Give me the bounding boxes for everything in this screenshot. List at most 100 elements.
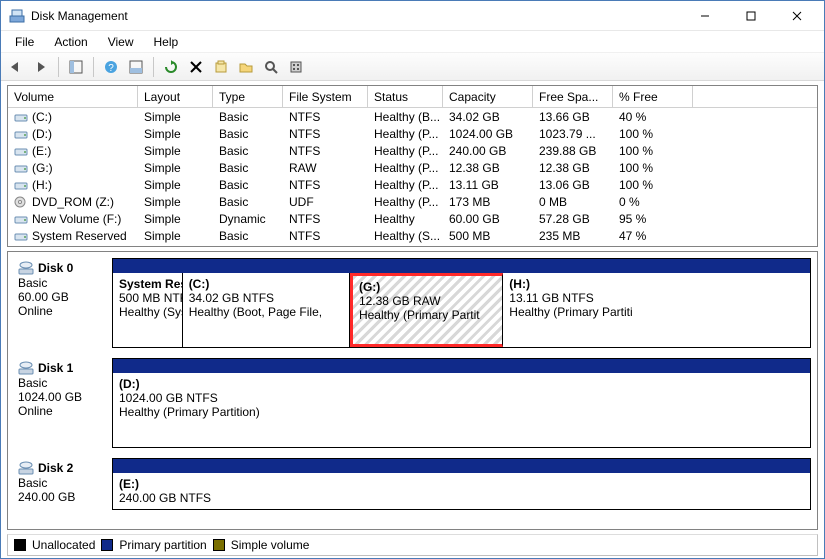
legend: Unallocated Primary partition Simple vol… <box>7 534 818 556</box>
volume-type: Basic <box>213 144 283 158</box>
maximize-button[interactable] <box>728 2 774 30</box>
help-button[interactable]: ? <box>100 56 122 78</box>
partition[interactable]: (G:)12.38 GB RAWHealthy (Primary Partit <box>353 276 502 344</box>
volume-status: Healthy (P... <box>368 178 443 192</box>
table-row[interactable]: (D:)SimpleBasicNTFSHealthy (P...1024.00 … <box>8 125 817 142</box>
col-capacity[interactable]: Capacity <box>443 86 533 107</box>
disk-info: Disk 0Basic60.00 GBOnline <box>14 258 112 348</box>
close-button[interactable] <box>774 2 820 30</box>
partition-status: Healthy (Primary Partiti <box>509 305 664 319</box>
partition-size: 1024.00 GB NTFS <box>119 391 804 405</box>
disk-strip: (E:)240.00 GB NTFS <box>112 458 811 510</box>
volume-layout: Simple <box>138 195 213 209</box>
partition-status: Healthy (Primary Partition) <box>119 405 804 419</box>
highlight-box: (G:)12.38 GB RAWHealthy (Primary Partit <box>350 273 503 347</box>
volume-capacity: 240.00 GB <box>443 144 533 158</box>
volume-capacity: 500 MB <box>443 229 533 243</box>
toolbar-separator <box>93 57 94 77</box>
partition-status: Healthy (Syste <box>119 305 176 319</box>
col-filesystem[interactable]: File System <box>283 86 368 107</box>
disk-map-scroll[interactable]: Disk 0Basic60.00 GBOnlineSystem Rese500 … <box>8 252 817 529</box>
col-freespace[interactable]: Free Spa... <box>533 86 613 107</box>
partition-status: Healthy (Primary Partit <box>359 308 496 322</box>
col-type[interactable]: Type <box>213 86 283 107</box>
volume-pctfree: 95 % <box>613 212 693 226</box>
table-row[interactable]: (C:)SimpleBasicNTFSHealthy (B...34.02 GB… <box>8 108 817 125</box>
col-layout[interactable]: Layout <box>138 86 213 107</box>
col-volume[interactable]: Volume <box>8 86 138 107</box>
delete-button[interactable] <box>185 56 207 78</box>
strip-parts: (E:)240.00 GB NTFS <box>113 473 810 509</box>
partition[interactable]: (H:)13.11 GB NTFSHealthy (Primary Partit… <box>503 273 670 347</box>
back-button[interactable] <box>5 56 27 78</box>
volume-type: Basic <box>213 127 283 141</box>
volume-layout: Simple <box>138 127 213 141</box>
volume-free: 239.88 GB <box>533 144 613 158</box>
volume-pctfree: 40 % <box>613 110 693 124</box>
menu-file[interactable]: File <box>5 33 44 51</box>
volume-list: Volume Layout Type File System Status Ca… <box>7 85 818 247</box>
minimize-button[interactable] <box>682 2 728 30</box>
partition-size: 240.00 GB NTFS <box>119 491 804 505</box>
settings-button[interactable] <box>285 56 307 78</box>
partition-name: (H:) <box>509 277 664 291</box>
drive-icon <box>14 111 28 123</box>
col-spacer <box>693 86 817 107</box>
properties-button[interactable] <box>210 56 232 78</box>
partition-name: (C:) <box>189 277 343 291</box>
open-button[interactable] <box>235 56 257 78</box>
legend-primary: Primary partition <box>119 538 206 552</box>
refresh-button[interactable] <box>160 56 182 78</box>
table-row[interactable]: New Volume (F:)SimpleDynamicNTFSHealthy6… <box>8 210 817 227</box>
titlebar: Disk Management <box>1 1 824 31</box>
disk-strip: (D:)1024.00 GB NTFSHealthy (Primary Part… <box>112 358 811 448</box>
menubar: File Action View Help <box>1 31 824 53</box>
menu-view[interactable]: View <box>98 33 144 51</box>
window-title: Disk Management <box>31 9 128 23</box>
strip-header <box>113 459 810 473</box>
disk-type: Basic <box>18 376 108 390</box>
legend-unallocated: Unallocated <box>32 538 95 552</box>
strip-parts: System Rese500 MB NTFSHealthy (Syste(C:)… <box>113 273 810 347</box>
partition-size: 500 MB NTFS <box>119 291 176 305</box>
volume-fs: RAW <box>283 161 368 175</box>
volume-capacity: 1024.00 GB <box>443 127 533 141</box>
volume-list-body[interactable]: (C:)SimpleBasicNTFSHealthy (B...34.02 GB… <box>8 108 817 246</box>
volume-fs: NTFS <box>283 229 368 243</box>
disk-state: Online <box>18 404 108 418</box>
partition-name: (G:) <box>359 280 496 294</box>
drive-icon <box>14 128 28 140</box>
volume-name: System Reserved <box>32 229 127 243</box>
disk-size: 240.00 GB <box>18 490 108 504</box>
volume-name: DVD_ROM (Z:) <box>32 195 114 209</box>
show-hide-tree-button[interactable] <box>65 56 87 78</box>
volume-status: Healthy (S... <box>368 229 443 243</box>
content: Volume Layout Type File System Status Ca… <box>1 81 824 558</box>
col-status[interactable]: Status <box>368 86 443 107</box>
volume-type: Basic <box>213 178 283 192</box>
disk-map: Disk 0Basic60.00 GBOnlineSystem Rese500 … <box>7 251 818 530</box>
menu-help[interactable]: Help <box>144 33 189 51</box>
table-row[interactable]: System ReservedSimpleBasicNTFSHealthy (S… <box>8 227 817 244</box>
table-row[interactable]: (E:)SimpleBasicNTFSHealthy (P...240.00 G… <box>8 142 817 159</box>
forward-button[interactable] <box>30 56 52 78</box>
partition[interactable]: (E:)240.00 GB NTFS <box>113 473 810 509</box>
disk-row: Disk 0Basic60.00 GBOnlineSystem Rese500 … <box>14 258 811 348</box>
partition-status: Healthy (Boot, Page File, <box>189 305 343 319</box>
disk-icon <box>18 460 34 476</box>
partition-size: 34.02 GB NTFS <box>189 291 343 305</box>
table-row[interactable]: DVD_ROM (Z:)SimpleBasicUDFHealthy (P...1… <box>8 193 817 210</box>
partition[interactable]: (C:)34.02 GB NTFSHealthy (Boot, Page Fil… <box>183 273 350 347</box>
col-pctfree[interactable]: % Free <box>613 86 693 107</box>
volume-layout: Simple <box>138 229 213 243</box>
table-row[interactable]: (H:)SimpleBasicNTFSHealthy (P...13.11 GB… <box>8 176 817 193</box>
partition[interactable]: (D:)1024.00 GB NTFSHealthy (Primary Part… <box>113 373 810 447</box>
volume-free: 57.28 GB <box>533 212 613 226</box>
volume-fs: NTFS <box>283 127 368 141</box>
show-hide-bottom-button[interactable] <box>125 56 147 78</box>
menu-action[interactable]: Action <box>44 33 97 51</box>
volume-name: (D:) <box>32 127 52 141</box>
partition[interactable]: System Rese500 MB NTFSHealthy (Syste <box>113 273 183 347</box>
table-row[interactable]: (G:)SimpleBasicRAWHealthy (P...12.38 GB1… <box>8 159 817 176</box>
rescan-button[interactable] <box>260 56 282 78</box>
